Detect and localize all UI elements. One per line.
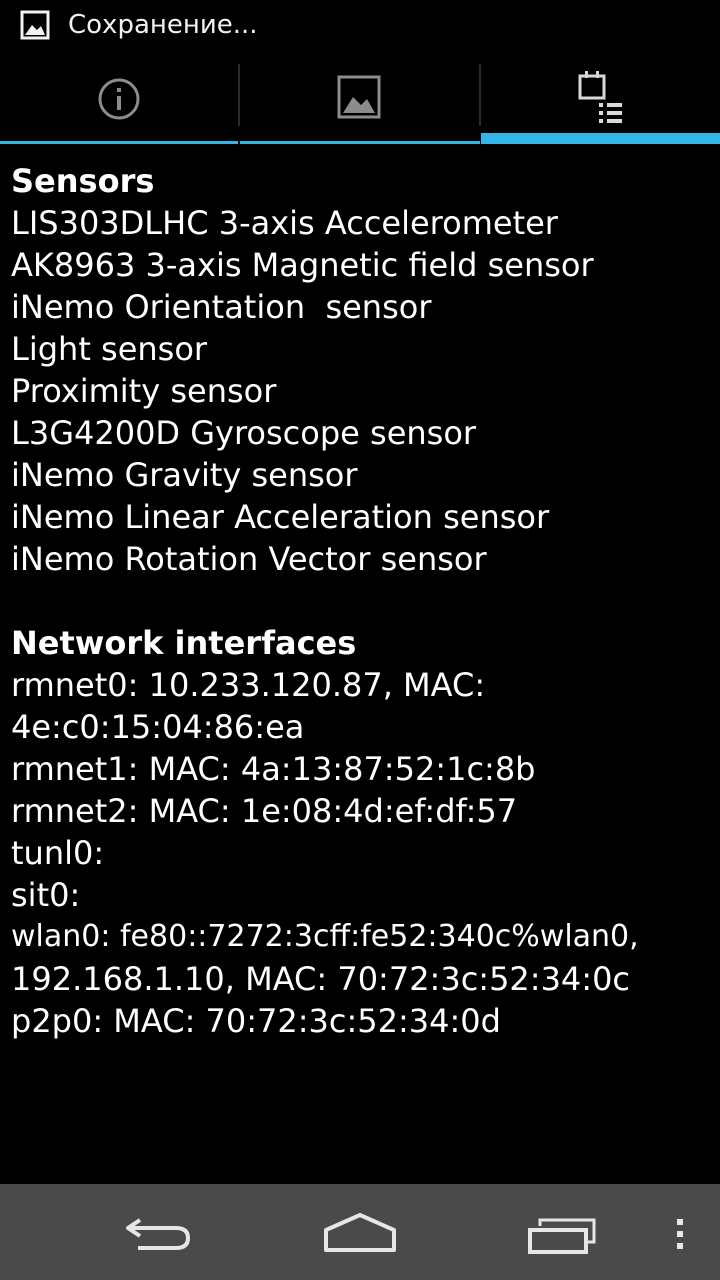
- back-icon: [126, 1218, 191, 1250]
- home-icon: [324, 1213, 396, 1252]
- sensor-item: iNemo Orientation sensor: [11, 288, 432, 326]
- sensor-item: iNemo Linear Acceleration sensor: [11, 498, 550, 536]
- tab-info[interactable]: [0, 50, 238, 144]
- device-info-content: Sensors LIS303DLHC 3-axis Accelerometer …: [11, 160, 711, 1042]
- home-button[interactable]: [300, 1184, 420, 1280]
- network-line: wlan0: fe80::7272:3cff:fe52:340c%wlan0,: [11, 919, 639, 954]
- sensor-item: AK8963 3-axis Magnetic field sensor: [11, 246, 594, 284]
- sensor-item: Light sensor: [11, 330, 208, 368]
- network-line: 4e:c0:15:04:86:ea: [11, 708, 305, 746]
- sensor-item: LIS303DLHC 3-axis Accelerometer: [11, 204, 558, 242]
- recents-button[interactable]: [500, 1184, 620, 1280]
- network-line: sit0:: [11, 876, 81, 914]
- network-line: 192.168.1.10, MAC: 70:72:3c:52:34:0c: [11, 960, 631, 998]
- tab-indicator-selected: [481, 133, 720, 144]
- tab-calendar-list[interactable]: [481, 50, 720, 144]
- network-line: rmnet2: MAC: 1e:08:4d:ef:df:57: [11, 792, 518, 830]
- image-icon: [20, 10, 50, 40]
- info-icon: [97, 77, 141, 125]
- image-icon: [337, 75, 381, 123]
- tab-image[interactable]: [240, 50, 480, 144]
- tab-indicator: [0, 141, 238, 144]
- network-line: rmnet1: MAC: 4a:13:87:52:1c:8b: [11, 750, 536, 788]
- status-notification-text: Сохранение...: [68, 10, 258, 40]
- tab-indicator: [240, 141, 480, 144]
- sensor-item: L3G4200D Gyroscope sensor: [11, 414, 477, 452]
- navigation-bar: [0, 1184, 720, 1280]
- sensor-item: iNemo Gravity sensor: [11, 456, 358, 494]
- tab-bar: [0, 50, 720, 144]
- sensors-heading: Sensors: [11, 162, 155, 200]
- overflow-menu-button[interactable]: [660, 1184, 710, 1280]
- calendar-list-icon: [577, 70, 625, 128]
- sensor-item: iNemo Rotation Vector sensor: [11, 540, 487, 578]
- back-button[interactable]: [100, 1184, 220, 1280]
- network-heading: Network interfaces: [11, 624, 357, 662]
- sensor-item: Proximity sensor: [11, 372, 277, 410]
- status-bar: Сохранение...: [0, 0, 720, 50]
- recents-icon: [528, 1218, 596, 1254]
- overflow-menu-icon: [677, 1219, 683, 1249]
- network-line: tunl0:: [11, 834, 105, 872]
- network-line: rmnet0: 10.233.120.87, MAC:: [11, 666, 486, 704]
- network-line: p2p0: MAC: 70:72:3c:52:34:0d: [11, 1002, 501, 1040]
